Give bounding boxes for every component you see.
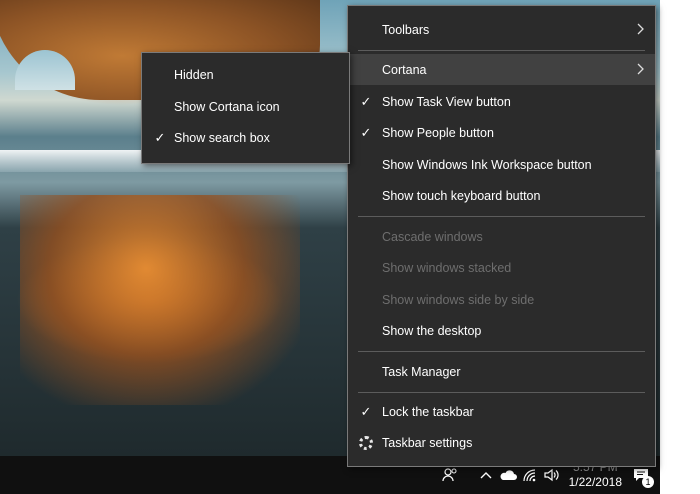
- cortana-submenu: Hidden Show Cortana icon ✓ Show search b…: [141, 52, 350, 164]
- menu-item-show-windows-stacked: Show windows stacked: [348, 252, 655, 283]
- menu-item-lock-the-taskbar[interactable]: ✓ Lock the taskbar: [348, 396, 655, 427]
- checkmark-icon: ✓: [360, 403, 372, 419]
- wallpaper-arch-opening: [15, 50, 75, 90]
- wifi-network-icon[interactable]: [519, 464, 541, 486]
- notification-count-badge: 1: [642, 476, 654, 488]
- menu-item-show-task-view-button[interactable]: ✓ Show Task View button: [348, 86, 655, 117]
- menu-item-show-the-desktop[interactable]: Show the desktop: [348, 315, 655, 346]
- people-icon[interactable]: [439, 464, 461, 486]
- menu-item-label: Cascade windows: [382, 229, 483, 244]
- gear-icon: [359, 435, 373, 450]
- submenu-item-label: Show Cortana icon: [174, 99, 280, 114]
- menu-separator: [358, 351, 645, 352]
- volume-speaker-icon[interactable]: [541, 464, 563, 486]
- wifi-icon: [523, 469, 535, 482]
- menu-item-show-touch-keyboard-button[interactable]: Show touch keyboard button: [348, 180, 655, 211]
- taskbar-context-menu: Toolbars Cortana ✓ Show Task View button…: [347, 5, 656, 467]
- menu-item-show-people-button[interactable]: ✓ Show People button: [348, 117, 655, 148]
- menu-item-cascade-windows: Cascade windows: [348, 221, 655, 252]
- menu-item-label: Show touch keyboard button: [382, 188, 541, 203]
- show-hidden-icons-chevron-up-icon[interactable]: [475, 464, 497, 486]
- menu-item-label: Taskbar settings: [382, 435, 473, 450]
- menu-item-label: Show windows stacked: [382, 260, 512, 275]
- menu-item-cortana[interactable]: Cortana: [348, 54, 655, 85]
- chevron-up-icon: [480, 472, 492, 479]
- checkmark-icon: ✓: [360, 93, 372, 109]
- menu-item-label: Show Task View button: [382, 94, 511, 109]
- wallpaper-reflection: [20, 195, 300, 405]
- menu-item-taskbar-settings[interactable]: Taskbar settings: [348, 427, 655, 458]
- checkmark-icon: ✓: [360, 124, 372, 140]
- checkmark-icon: ✓: [154, 129, 166, 145]
- menu-item-show-windows-side-by-side: Show windows side by side: [348, 284, 655, 315]
- action-center-notification-icon[interactable]: 1: [628, 464, 654, 488]
- speaker-icon: [544, 468, 559, 482]
- menu-item-label: Cortana: [382, 62, 427, 77]
- chevron-right-icon: [637, 22, 645, 38]
- people-icon-glyph: [442, 468, 457, 482]
- menu-item-label: Task Manager: [382, 364, 461, 379]
- submenu-item-show-search-box[interactable]: ✓ Show search box: [142, 122, 349, 153]
- menu-item-task-manager[interactable]: Task Manager: [348, 356, 655, 387]
- menu-item-label: Show windows side by side: [382, 292, 535, 307]
- menu-item-show-ink-workspace-button[interactable]: Show Windows Ink Workspace button: [348, 149, 655, 180]
- menu-item-label: Show the desktop: [382, 323, 482, 338]
- clock-date: 1/22/2018: [568, 475, 622, 489]
- menu-item-label: Show Windows Ink Workspace button: [382, 157, 592, 172]
- onedrive-cloud-icon[interactable]: [497, 464, 519, 486]
- submenu-item-label: Show search box: [174, 130, 270, 145]
- menu-item-label: Toolbars: [382, 22, 430, 37]
- menu-separator: [358, 216, 645, 217]
- menu-item-label: Show People button: [382, 125, 494, 140]
- menu-item-label: Lock the taskbar: [382, 404, 474, 419]
- menu-separator: [358, 392, 645, 393]
- menu-item-toolbars[interactable]: Toolbars: [348, 14, 655, 45]
- submenu-item-hidden[interactable]: Hidden: [142, 59, 349, 90]
- chevron-right-icon: [637, 62, 645, 78]
- submenu-item-show-cortana-icon[interactable]: Show Cortana icon: [142, 91, 349, 122]
- menu-separator: [358, 50, 645, 51]
- cloud-icon: [500, 470, 517, 480]
- submenu-item-label: Hidden: [174, 67, 214, 82]
